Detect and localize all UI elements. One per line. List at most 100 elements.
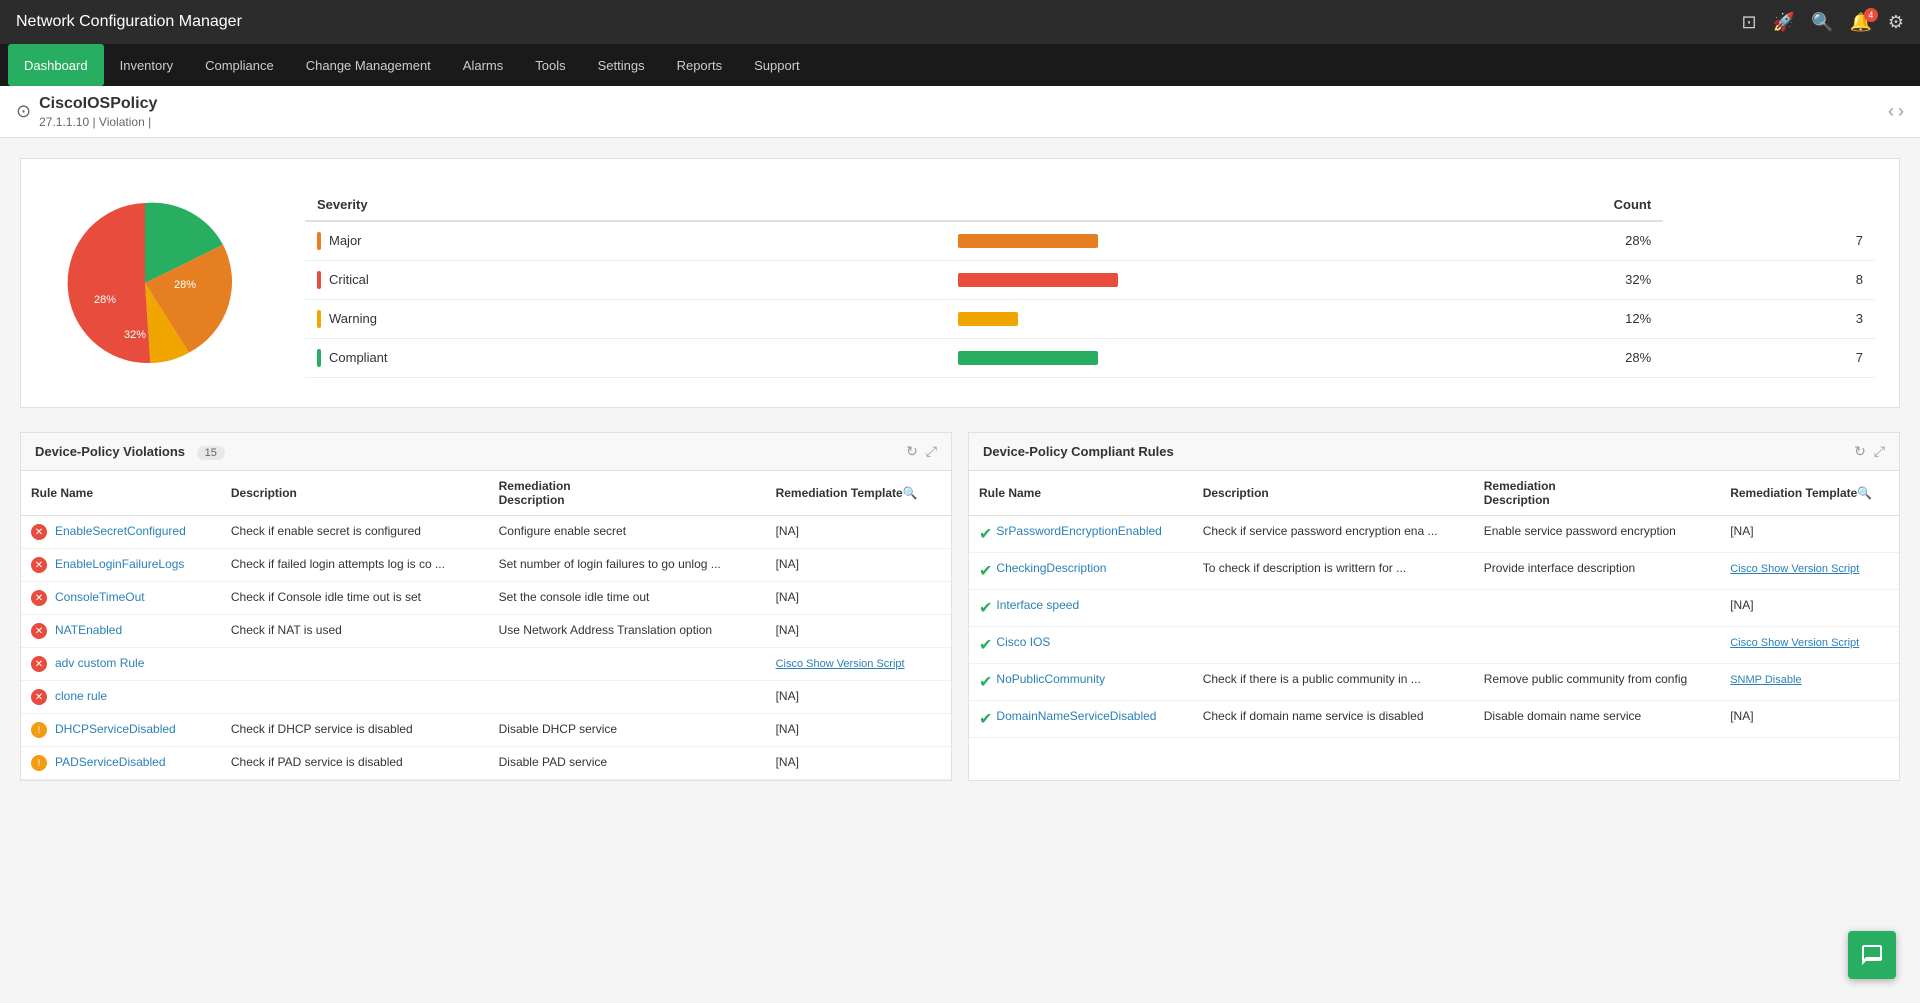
severity-count: 7 — [1663, 221, 1875, 261]
gear-icon[interactable]: ⚙ — [1888, 12, 1904, 33]
rule-name-link[interactable]: ConsoleTimeOut — [55, 590, 145, 604]
rule-name-link[interactable]: adv custom Rule — [55, 656, 144, 670]
svg-text:32%: 32% — [124, 329, 146, 341]
severity-pct: 28% — [1246, 338, 1663, 377]
compliant-rule-link[interactable]: Interface speed — [996, 598, 1079, 612]
compliant-refresh-icon[interactable]: ↻ — [1854, 443, 1866, 460]
severity-label: Major — [305, 221, 946, 261]
monitor-icon[interactable]: ⊡ — [1742, 12, 1757, 33]
v-rem-desc-cell: Use Network Address Translation option — [489, 615, 766, 648]
compliant-template-link[interactable]: Cisco Show Version Script — [1730, 637, 1859, 649]
error-icon: ✕ — [31, 656, 47, 672]
rule-name-link[interactable]: NATEnabled — [55, 623, 122, 637]
compliant-template-link[interactable]: Cisco Show Version Script — [1730, 563, 1859, 575]
notification-bell[interactable]: 🔔 4 — [1849, 12, 1871, 33]
compliant-rule-link[interactable]: NoPublicCommunity — [996, 672, 1105, 686]
error-icon: ✕ — [31, 590, 47, 606]
compliant-template-link[interactable]: SNMP Disable — [1730, 674, 1801, 686]
v-rem-desc-cell: Disable PAD service — [489, 747, 766, 780]
breadcrumb-next-icon[interactable]: › — [1898, 101, 1904, 122]
c-rule-cell: ✔ DomainNameServiceDisabled — [969, 701, 1193, 738]
compliant-rule-link[interactable]: DomainNameServiceDisabled — [996, 709, 1156, 723]
template-link[interactable]: Cisco Show Version Script — [776, 658, 905, 670]
nav-reports[interactable]: Reports — [661, 44, 739, 86]
violations-expand-icon[interactable]: ⤢ — [926, 443, 937, 460]
nav-settings[interactable]: Settings — [582, 44, 661, 86]
c-rule-cell: ✔ NoPublicCommunity — [969, 664, 1193, 701]
nav-dashboard[interactable]: Dashboard — [8, 44, 104, 86]
c-desc-cell: Check if domain name service is disabled — [1193, 701, 1474, 738]
rule-name-link[interactable]: DHCPServiceDisabled — [55, 722, 176, 736]
rule-name-link[interactable]: clone rule — [55, 689, 107, 703]
compliant-panel: Device-Policy Compliant Rules ↻ ⤢ Rule N… — [968, 432, 1900, 781]
violations-title-group: Device-Policy Violations 15 — [35, 444, 225, 459]
compliant-rule-link[interactable]: SrPasswordEncryptionEnabled — [996, 524, 1161, 538]
violations-badge: 15 — [197, 446, 225, 460]
title-bar: Network Configuration Manager ⊡ 🚀 🔍 🔔 4 … — [0, 0, 1920, 44]
violations-refresh-icon[interactable]: ↻ — [906, 443, 918, 460]
rocket-icon[interactable]: 🚀 — [1773, 12, 1795, 33]
severity-pct: 12% — [1246, 299, 1663, 338]
v-rem-desc-cell: Configure enable secret — [489, 516, 766, 549]
v-template-cell: [NA] — [766, 615, 951, 648]
compliant-icon: ✔ — [979, 709, 992, 729]
nav-compliance[interactable]: Compliance — [189, 44, 290, 86]
v-desc-cell: Check if Console idle time out is set — [221, 582, 489, 615]
v-template-cell: [NA] — [766, 747, 951, 780]
c-template-cell: [NA] — [1720, 701, 1899, 738]
nav-change-management[interactable]: Change Management — [290, 44, 447, 86]
c-rem-desc-cell: Remove public community from config — [1474, 664, 1720, 701]
rule-name-link[interactable]: PADServiceDisabled — [55, 755, 166, 769]
c-col-desc: Description — [1193, 471, 1474, 516]
float-chat-button[interactable] — [1848, 931, 1896, 979]
c-template-cell: Cisco Show Version Script — [1720, 553, 1899, 590]
nav-tools[interactable]: Tools — [519, 44, 581, 86]
nav-inventory[interactable]: Inventory — [104, 44, 189, 86]
breadcrumb-back-button[interactable]: ⊙ — [16, 101, 31, 122]
v-rem-desc-cell — [489, 648, 766, 681]
severity-label: Warning — [305, 299, 946, 338]
c-col-rule: Rule Name — [969, 471, 1193, 516]
c-desc-cell — [1193, 627, 1474, 664]
compliant-expand-icon[interactable]: ⤢ — [1874, 443, 1885, 460]
template-na: [NA] — [776, 557, 799, 571]
severity-label: Critical — [305, 260, 946, 299]
severity-count: 3 — [1663, 299, 1875, 338]
chart-section: 28% 12% 28% 32% Severity Count — [20, 158, 1900, 408]
compliant-rule-link[interactable]: CheckingDescription — [996, 561, 1106, 575]
rule-name-link[interactable]: EnableLoginFailureLogs — [55, 557, 184, 571]
search-icon[interactable]: 🔍 — [1811, 12, 1833, 33]
severity-bar-cell — [946, 338, 1246, 377]
compliant-rule-link[interactable]: Cisco IOS — [996, 635, 1050, 649]
severity-bar-cell — [946, 221, 1246, 261]
severity-label: Compliant — [305, 338, 946, 377]
breadcrumb-title: CiscoIOSPolicy — [39, 95, 157, 113]
v-rem-desc-cell: Disable DHCP service — [489, 714, 766, 747]
violations-controls: ↻ ⤢ — [906, 443, 937, 460]
breadcrumb-prev-icon[interactable]: ‹ — [1888, 101, 1894, 122]
v-desc-cell: Check if enable secret is configured — [221, 516, 489, 549]
compliant-title-group: Device-Policy Compliant Rules — [983, 444, 1174, 459]
v-rule-cell: ! DHCPServiceDisabled — [21, 714, 221, 747]
breadcrumb-nav: ‹ › — [1888, 101, 1904, 122]
v-rule-cell: ✕ adv custom Rule — [21, 648, 221, 681]
v-rule-cell: ✕ clone rule — [21, 681, 221, 714]
compliant-controls: ↻ ⤢ — [1854, 443, 1885, 460]
c-template-cell: [NA] — [1720, 516, 1899, 553]
rule-name-link[interactable]: EnableSecretConfigured — [55, 524, 186, 538]
c-template-cell: SNMP Disable — [1720, 664, 1899, 701]
nav-alarms[interactable]: Alarms — [447, 44, 519, 86]
compliant-template-na: [NA] — [1730, 598, 1753, 612]
nav-support[interactable]: Support — [738, 44, 816, 86]
template-na: [NA] — [776, 755, 799, 769]
v-rule-cell: ! PADServiceDisabled — [21, 747, 221, 780]
compliant-template-na: [NA] — [1730, 709, 1753, 723]
breadcrumb-bar: ⊙ CiscoIOSPolicy 27.1.1.10 | Violation |… — [0, 86, 1920, 138]
v-rule-cell: ✕ ConsoleTimeOut — [21, 582, 221, 615]
notification-badge: 4 — [1864, 8, 1878, 22]
c-desc-cell: To check if description is writtern for … — [1193, 553, 1474, 590]
c-col-template: Remediation Template🔍 — [1720, 471, 1899, 516]
breadcrumb-subtitle: 27.1.1.10 | Violation | — [39, 115, 157, 129]
violations-table: Rule Name Description RemediationDescrip… — [21, 471, 951, 780]
c-rem-desc-cell — [1474, 590, 1720, 627]
